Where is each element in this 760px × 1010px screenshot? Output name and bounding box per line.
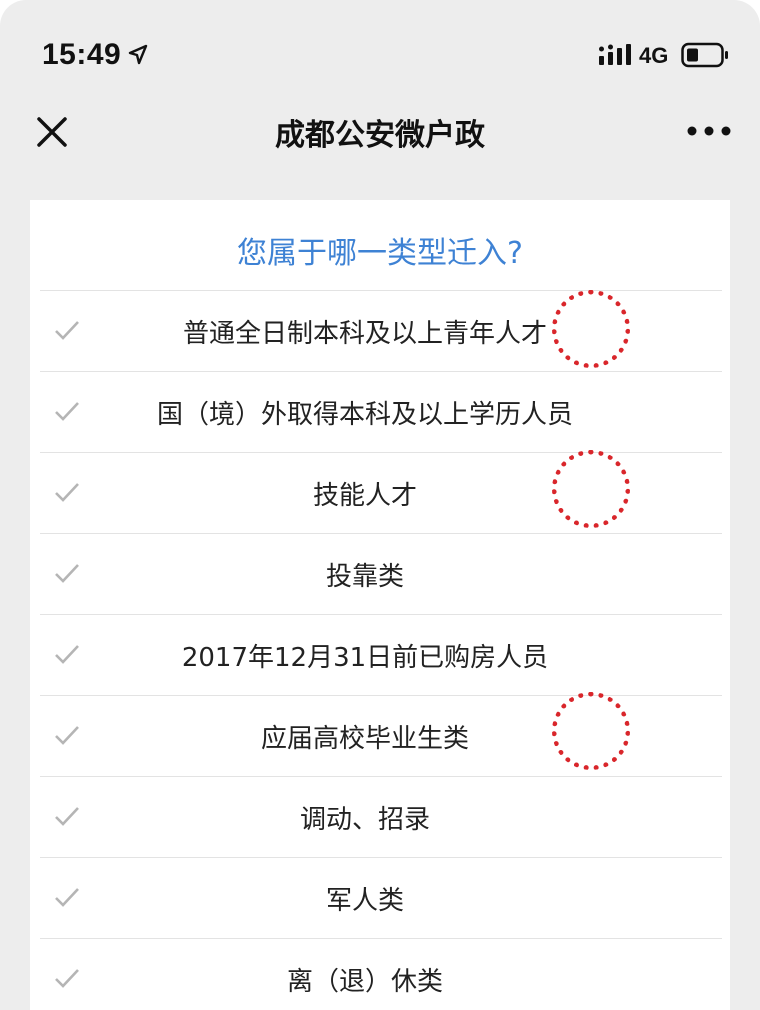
more-dots-icon[interactable]: [686, 116, 732, 146]
option-label: 军人类: [325, 886, 404, 916]
status-time: 15:49: [42, 38, 122, 71]
option-item[interactable]: 2017年12月31日前已购房人员: [40, 614, 722, 695]
option-label: 国（境）外取得本科及以上学历人员: [156, 400, 573, 430]
option-item[interactable]: 国（境）外取得本科及以上学历人员: [40, 371, 722, 452]
battery-icon: [681, 42, 728, 68]
annotation-circle: [552, 692, 630, 770]
annotation-circle: [552, 450, 630, 528]
option-label: 离（退）休类: [286, 967, 443, 997]
option-label: 投靠类: [325, 562, 404, 592]
option-item[interactable]: 投靠类: [40, 533, 722, 614]
option-list: 普通全日制本科及以上青年人才 国（境）外取得本科及以上学历人员 技能人才 投靠类…: [40, 290, 722, 1010]
survey-question: 您属于哪一类型迁入?: [237, 236, 523, 271]
signal-bars-icon: [599, 44, 631, 65]
status-bar: 15:49 4G: [0, 0, 760, 100]
network-type: 4G: [639, 43, 669, 68]
page-title: 成都公安微户政: [275, 118, 485, 153]
option-label: 调动、招录: [299, 805, 430, 835]
annotation-circle: [552, 290, 630, 368]
phone-screen: 15:49 4G 成都公安微户政 您属于哪一类型迁入? 普通全日制本科及以上青年…: [0, 0, 760, 1010]
option-item[interactable]: 离（退）休类: [40, 938, 722, 1010]
option-item[interactable]: 调动、招录: [40, 776, 722, 857]
option-item[interactable]: 军人类: [40, 857, 722, 938]
location-arrow-icon: [128, 44, 148, 65]
nav-bar: 成都公安微户政: [0, 100, 760, 168]
option-label: 2017年12月31日前已购房人员: [181, 643, 549, 673]
